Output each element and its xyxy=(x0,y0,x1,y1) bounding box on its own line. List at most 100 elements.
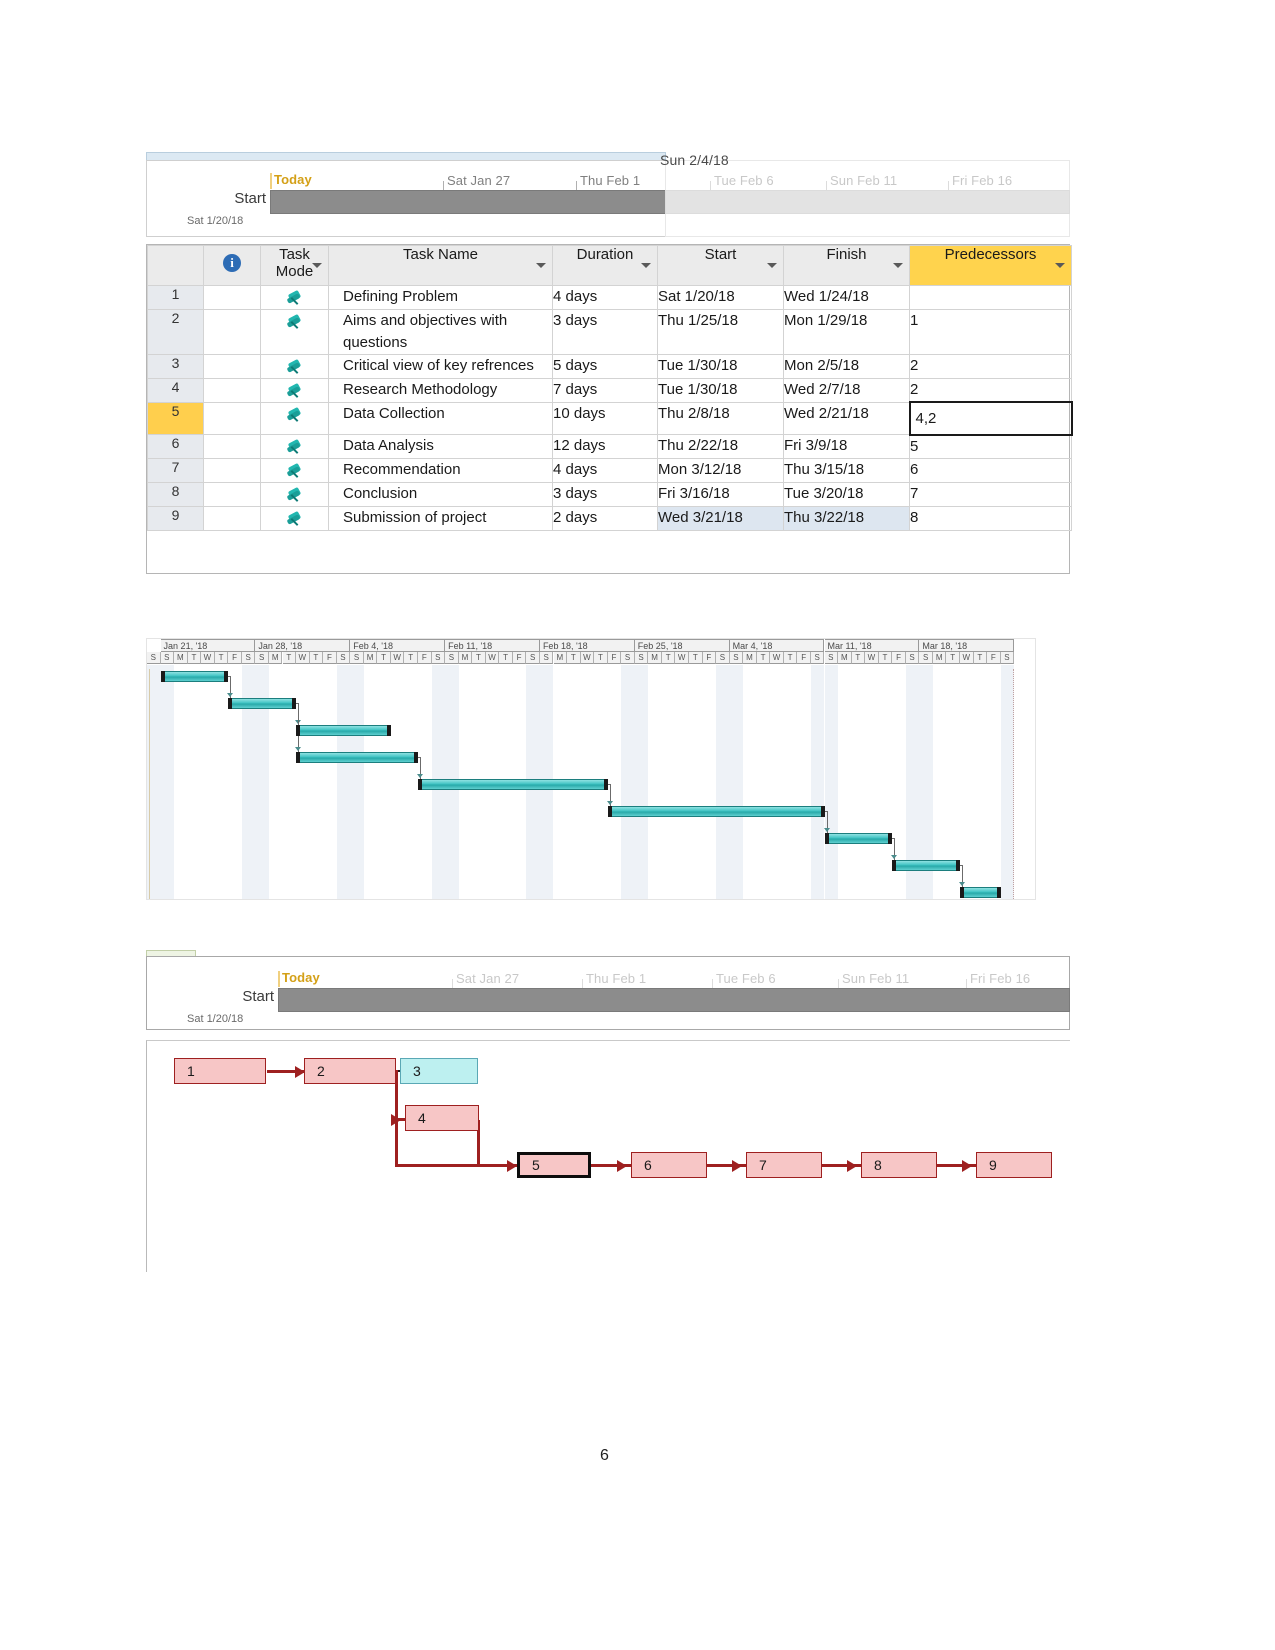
duration-cell[interactable]: 12 days xyxy=(552,434,658,460)
task-name-cell[interactable]: Conclusion xyxy=(328,482,553,508)
task-mode-cell[interactable] xyxy=(260,458,329,484)
gantt-bar-task-2[interactable] xyxy=(228,698,297,709)
task-mode-cell[interactable] xyxy=(260,434,329,460)
gantt-bar-task-6[interactable] xyxy=(607,806,825,817)
chevron-down-icon[interactable] xyxy=(767,263,777,268)
row-number[interactable]: 6 xyxy=(147,434,204,460)
finish-cell[interactable]: Fri 3/9/18 xyxy=(783,434,910,460)
table-row-selected[interactable]: 5 Data Collection 10 days Thu 2/8/18 Wed… xyxy=(147,401,1073,436)
chevron-down-icon[interactable] xyxy=(641,263,651,268)
start-cell[interactable]: Tue 1/30/18 xyxy=(657,353,784,379)
task-mode-cell[interactable] xyxy=(260,353,329,379)
task-table[interactable]: i Task Mode Task Name Duration Start Fin… xyxy=(146,244,1073,574)
indicator-cell[interactable] xyxy=(203,458,261,484)
start-cell[interactable]: Wed 3/21/18 xyxy=(657,506,784,532)
duration-cell[interactable]: 4 days xyxy=(552,285,658,310)
column-header-task-mode[interactable]: Task Mode xyxy=(260,245,329,286)
chevron-down-icon[interactable] xyxy=(1055,263,1065,268)
task-mode-cell[interactable] xyxy=(260,506,329,532)
table-row[interactable]: 1 Defining Problem 4 days Sat 1/20/18 We… xyxy=(147,285,1072,310)
chevron-down-icon[interactable] xyxy=(312,263,322,268)
start-cell[interactable]: Thu 2/8/18 xyxy=(657,401,784,436)
network-node-1[interactable]: 1 xyxy=(174,1058,266,1084)
predecessors-cell[interactable]: 7 xyxy=(909,482,1072,508)
predecessors-cell[interactable]: 2 xyxy=(909,353,1072,379)
chevron-down-icon[interactable] xyxy=(893,263,903,268)
start-cell[interactable]: Fri 3/16/18 xyxy=(657,482,784,508)
gantt-bar-task-1[interactable] xyxy=(160,671,229,682)
indicator-cell[interactable] xyxy=(203,434,261,460)
duration-cell[interactable]: 2 days xyxy=(552,506,658,532)
predecessors-cell[interactable]: 6 xyxy=(909,458,1072,484)
column-header-indicators[interactable]: i xyxy=(203,245,261,286)
task-name-cell[interactable]: Data Analysis xyxy=(328,434,553,460)
start-cell[interactable]: Mon 3/12/18 xyxy=(657,458,784,484)
predecessors-cell[interactable]: 2 xyxy=(909,377,1072,403)
indicator-cell[interactable] xyxy=(203,285,261,310)
finish-cell[interactable]: Thu 3/22/18 xyxy=(783,506,910,532)
column-header-rownum[interactable] xyxy=(147,245,204,286)
column-header-predecessors[interactable]: Predecessors xyxy=(909,245,1072,286)
row-number[interactable]: 7 xyxy=(147,458,204,484)
start-cell[interactable]: Thu 1/25/18 xyxy=(657,309,784,355)
gantt-bar-task-8[interactable] xyxy=(892,860,960,871)
finish-cell[interactable]: Wed 1/24/18 xyxy=(783,285,910,310)
gantt-bar-task-3[interactable] xyxy=(296,725,391,736)
duration-cell[interactable]: 4 days xyxy=(552,458,658,484)
task-name-cell[interactable]: Defining Problem xyxy=(328,285,553,310)
finish-cell[interactable]: Mon 1/29/18 xyxy=(783,309,910,355)
row-number[interactable]: 8 xyxy=(147,482,204,508)
indicator-cell[interactable] xyxy=(203,309,261,355)
indicator-cell[interactable] xyxy=(203,353,261,379)
network-node-4[interactable]: 4 xyxy=(405,1105,479,1131)
column-header-finish[interactable]: Finish xyxy=(783,245,910,286)
network-node-8[interactable]: 8 xyxy=(861,1152,937,1178)
task-name-cell[interactable]: Critical view of key refrences xyxy=(328,353,553,379)
start-cell[interactable]: Thu 2/22/18 xyxy=(657,434,784,460)
finish-cell[interactable]: Wed 2/7/18 xyxy=(783,377,910,403)
row-number[interactable]: 4 xyxy=(147,377,204,403)
predecessors-cell-active[interactable]: 4,2 xyxy=(908,401,1073,436)
task-name-cell[interactable]: Research Methodology xyxy=(328,377,553,403)
task-mode-cell[interactable] xyxy=(260,401,329,436)
task-mode-cell[interactable] xyxy=(260,285,329,310)
table-row[interactable]: 8 Conclusion 3 days Fri 3/16/18 Tue 3/20… xyxy=(147,482,1072,508)
indicator-cell[interactable] xyxy=(203,401,261,436)
task-name-cell[interactable]: Submission of project xyxy=(328,506,553,532)
network-diagram[interactable]: 1 2 3 4 5 6 7 8 9 xyxy=(146,1040,1070,1272)
indicator-cell[interactable] xyxy=(203,506,261,532)
table-row[interactable]: 9 Submission of project 2 days Wed 3/21/… xyxy=(147,506,1072,532)
start-cell[interactable]: Sat 1/20/18 xyxy=(657,285,784,310)
predecessors-cell[interactable]: 5 xyxy=(909,434,1072,460)
task-name-cell[interactable]: Data Collection xyxy=(328,401,553,436)
finish-cell[interactable]: Thu 3/15/18 xyxy=(783,458,910,484)
task-mode-cell[interactable] xyxy=(260,482,329,508)
network-node-2[interactable]: 2 xyxy=(304,1058,396,1084)
gantt-bar-task-9[interactable] xyxy=(960,887,1001,898)
duration-cell[interactable]: 5 days xyxy=(552,353,658,379)
finish-cell[interactable]: Tue 3/20/18 xyxy=(783,482,910,508)
indicator-cell[interactable] xyxy=(203,377,261,403)
gantt-bar-task-7[interactable] xyxy=(824,833,893,844)
network-node-7[interactable]: 7 xyxy=(746,1152,822,1178)
predecessors-cell[interactable]: 8 xyxy=(909,506,1072,532)
column-header-duration[interactable]: Duration xyxy=(552,245,658,286)
table-row[interactable]: 2 Aims and objectives with questions 3 d… xyxy=(147,309,1072,355)
table-row[interactable]: 3 Critical view of key refrences 5 days … xyxy=(147,353,1072,379)
duration-cell[interactable]: 7 days xyxy=(552,377,658,403)
predecessors-cell[interactable] xyxy=(909,285,1072,310)
duration-cell[interactable]: 3 days xyxy=(552,482,658,508)
chevron-down-icon[interactable] xyxy=(536,263,546,268)
task-mode-cell[interactable] xyxy=(260,309,329,355)
predecessors-cell[interactable]: 1 xyxy=(909,309,1072,355)
gantt-bar-task-5[interactable] xyxy=(418,779,608,790)
table-row[interactable]: 6 Data Analysis 12 days Thu 2/22/18 Fri … xyxy=(147,434,1072,460)
column-header-start[interactable]: Start xyxy=(657,245,784,286)
start-cell[interactable]: Tue 1/30/18 xyxy=(657,377,784,403)
gantt-chart[interactable]: Jan 21, '18 Jan 28, '18 Feb 4, '18 Feb 11, … xyxy=(146,638,1036,900)
network-node-6[interactable]: 6 xyxy=(631,1152,707,1178)
network-node-9[interactable]: 9 xyxy=(976,1152,1052,1178)
finish-cell[interactable]: Wed 2/21/18 xyxy=(783,401,910,436)
task-name-cell[interactable]: Recommendation xyxy=(328,458,553,484)
indicator-cell[interactable] xyxy=(203,482,261,508)
